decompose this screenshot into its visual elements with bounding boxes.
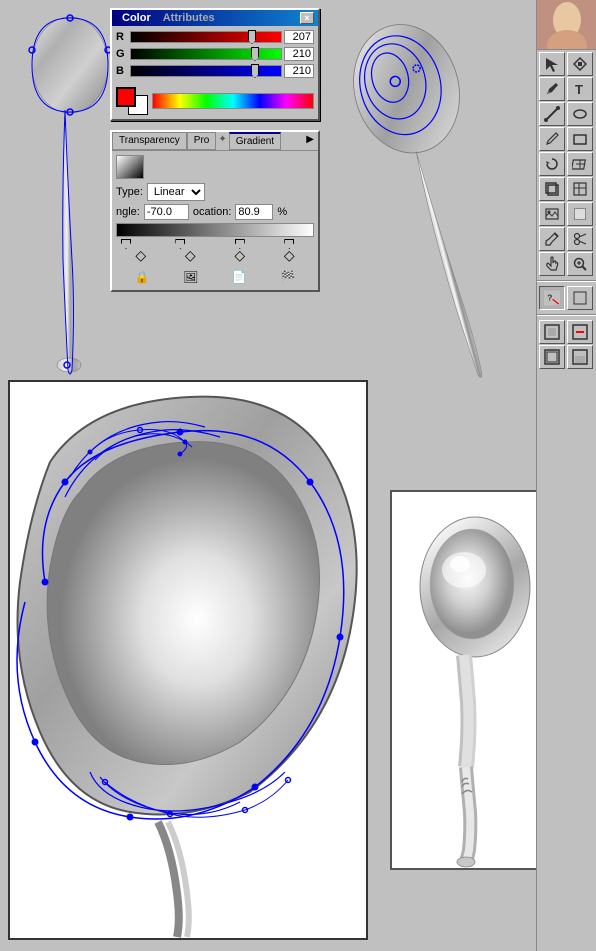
svg-text:T: T (575, 82, 583, 97)
toolbar-tools: T (537, 50, 596, 278)
tool-b3[interactable] (539, 345, 565, 369)
canvas-area: Color Attributes × R 207 G 210 B (0, 0, 536, 951)
color-tab[interactable]: Color (116, 12, 157, 24)
gradient-preview-row (116, 155, 314, 179)
tool-b1[interactable] (539, 320, 565, 344)
gradient-preview (116, 155, 144, 179)
tool-hand[interactable] (539, 252, 565, 276)
gradient-tabs: Transparency Pro ✦ Gradient ▶ (112, 132, 318, 151)
green-slider-row: G 210 (116, 47, 314, 61)
rainbow-bar[interactable] (152, 93, 314, 109)
tool-ellipse[interactable] (567, 102, 593, 126)
transparency-tab[interactable]: Transparency (112, 132, 187, 150)
attributes-tab[interactable]: Attributes (157, 12, 221, 24)
location-input[interactable] (235, 204, 273, 220)
green-value[interactable]: 210 (284, 47, 314, 61)
stop-doc-icon: 📄 (232, 270, 247, 284)
tool-pen[interactable] (539, 77, 565, 101)
stop-flag-icon: 🏁 (280, 270, 295, 284)
green-label: G (116, 48, 128, 60)
blue-slider[interactable] (130, 65, 282, 77)
gradient-bar[interactable] (116, 223, 314, 237)
stop-icon-0[interactable]: ◇ (135, 247, 146, 264)
fg-bg-swatches (116, 87, 148, 115)
blue-label: B (116, 65, 128, 77)
gradient-content: Type: Linear Radial ngle: ocation: % (112, 151, 318, 290)
toolbar-portrait (537, 0, 596, 50)
stop-img-icon: 🖼 (183, 270, 198, 284)
gradient-stop-icons: ◇ ◇ ◇ ◇ (116, 247, 314, 264)
blue-value[interactable]: 210 (284, 64, 314, 78)
color-panel: Color Attributes × R 207 G 210 B (110, 8, 320, 121)
tool-image[interactable] (539, 202, 565, 226)
tool-help[interactable]: ? (539, 286, 565, 310)
color-sliders: R 207 G 210 B 210 (112, 26, 318, 85)
stop-icon-3[interactable]: ◇ (284, 247, 295, 264)
tool-crop[interactable] (539, 177, 565, 201)
red-label: R (116, 31, 128, 43)
stop-lock-icon: 🔒 (135, 270, 150, 284)
location-label: ocation: (193, 206, 232, 218)
gradient-tab[interactable]: Gradient (229, 132, 281, 150)
toolbar-separator-2 (537, 314, 596, 316)
foreground-swatch[interactable] (116, 87, 136, 107)
swatch-row (112, 85, 318, 119)
tool-eyedropper[interactable] (539, 227, 565, 251)
red-value[interactable]: 207 (284, 30, 314, 44)
tool-arrow[interactable] (539, 52, 565, 76)
gradient-options-btn[interactable]: ▶ (302, 132, 318, 150)
tool-special2[interactable] (567, 286, 593, 310)
pro-tab[interactable]: Pro (187, 132, 217, 150)
tool-skew[interactable] (567, 152, 593, 176)
type-row: Type: Linear Radial (116, 183, 314, 201)
spoon-bottom-right (390, 490, 560, 870)
blue-slider-row: B 210 (116, 64, 314, 78)
angle-input[interactable] (144, 204, 189, 220)
green-slider[interactable] (130, 48, 282, 60)
tool-scissors[interactable] (567, 227, 593, 251)
location-unit: % (277, 206, 287, 218)
stop-bottom-row: 🔒 🖼 📄 🏁 (116, 268, 314, 286)
angle-label: ngle: (116, 206, 140, 218)
bottom-tools (537, 318, 596, 371)
spoon-bottom-left (8, 380, 368, 940)
tool-rect[interactable] (567, 127, 593, 151)
toolbar: T (536, 0, 596, 951)
red-slider-row: R 207 (116, 30, 314, 44)
angle-row: ngle: ocation: % (116, 204, 314, 220)
toolbar-separator-1 (537, 280, 596, 282)
special-tools: ? (537, 284, 596, 312)
tool-text[interactable]: T (567, 77, 593, 101)
tool-rotate[interactable] (539, 152, 565, 176)
stop-icon-2[interactable]: ◇ (234, 247, 245, 264)
tool-grid[interactable] (567, 177, 593, 201)
tool-node[interactable] (567, 52, 593, 76)
gradient-bar-row (116, 223, 314, 243)
type-label: Type: (116, 186, 143, 198)
tool-line[interactable] (539, 102, 565, 126)
red-slider[interactable] (130, 31, 282, 43)
close-button[interactable]: × (300, 12, 314, 24)
gradient-panel: Transparency Pro ✦ Gradient ▶ Type: Line… (110, 130, 320, 292)
tool-pencil[interactable] (539, 127, 565, 151)
spoon-top-right (350, 10, 520, 383)
tool-b2[interactable] (567, 320, 593, 344)
tool-magnify[interactable] (567, 252, 593, 276)
svg-text:?: ? (547, 292, 552, 302)
stop-icon-1[interactable]: ◇ (185, 247, 196, 264)
tool-b4[interactable] (567, 345, 593, 369)
tool-fill[interactable] (567, 202, 593, 226)
type-select[interactable]: Linear Radial (147, 183, 205, 201)
color-panel-titlebar: Color Attributes × (112, 10, 318, 26)
spoon-top-left (20, 10, 120, 383)
